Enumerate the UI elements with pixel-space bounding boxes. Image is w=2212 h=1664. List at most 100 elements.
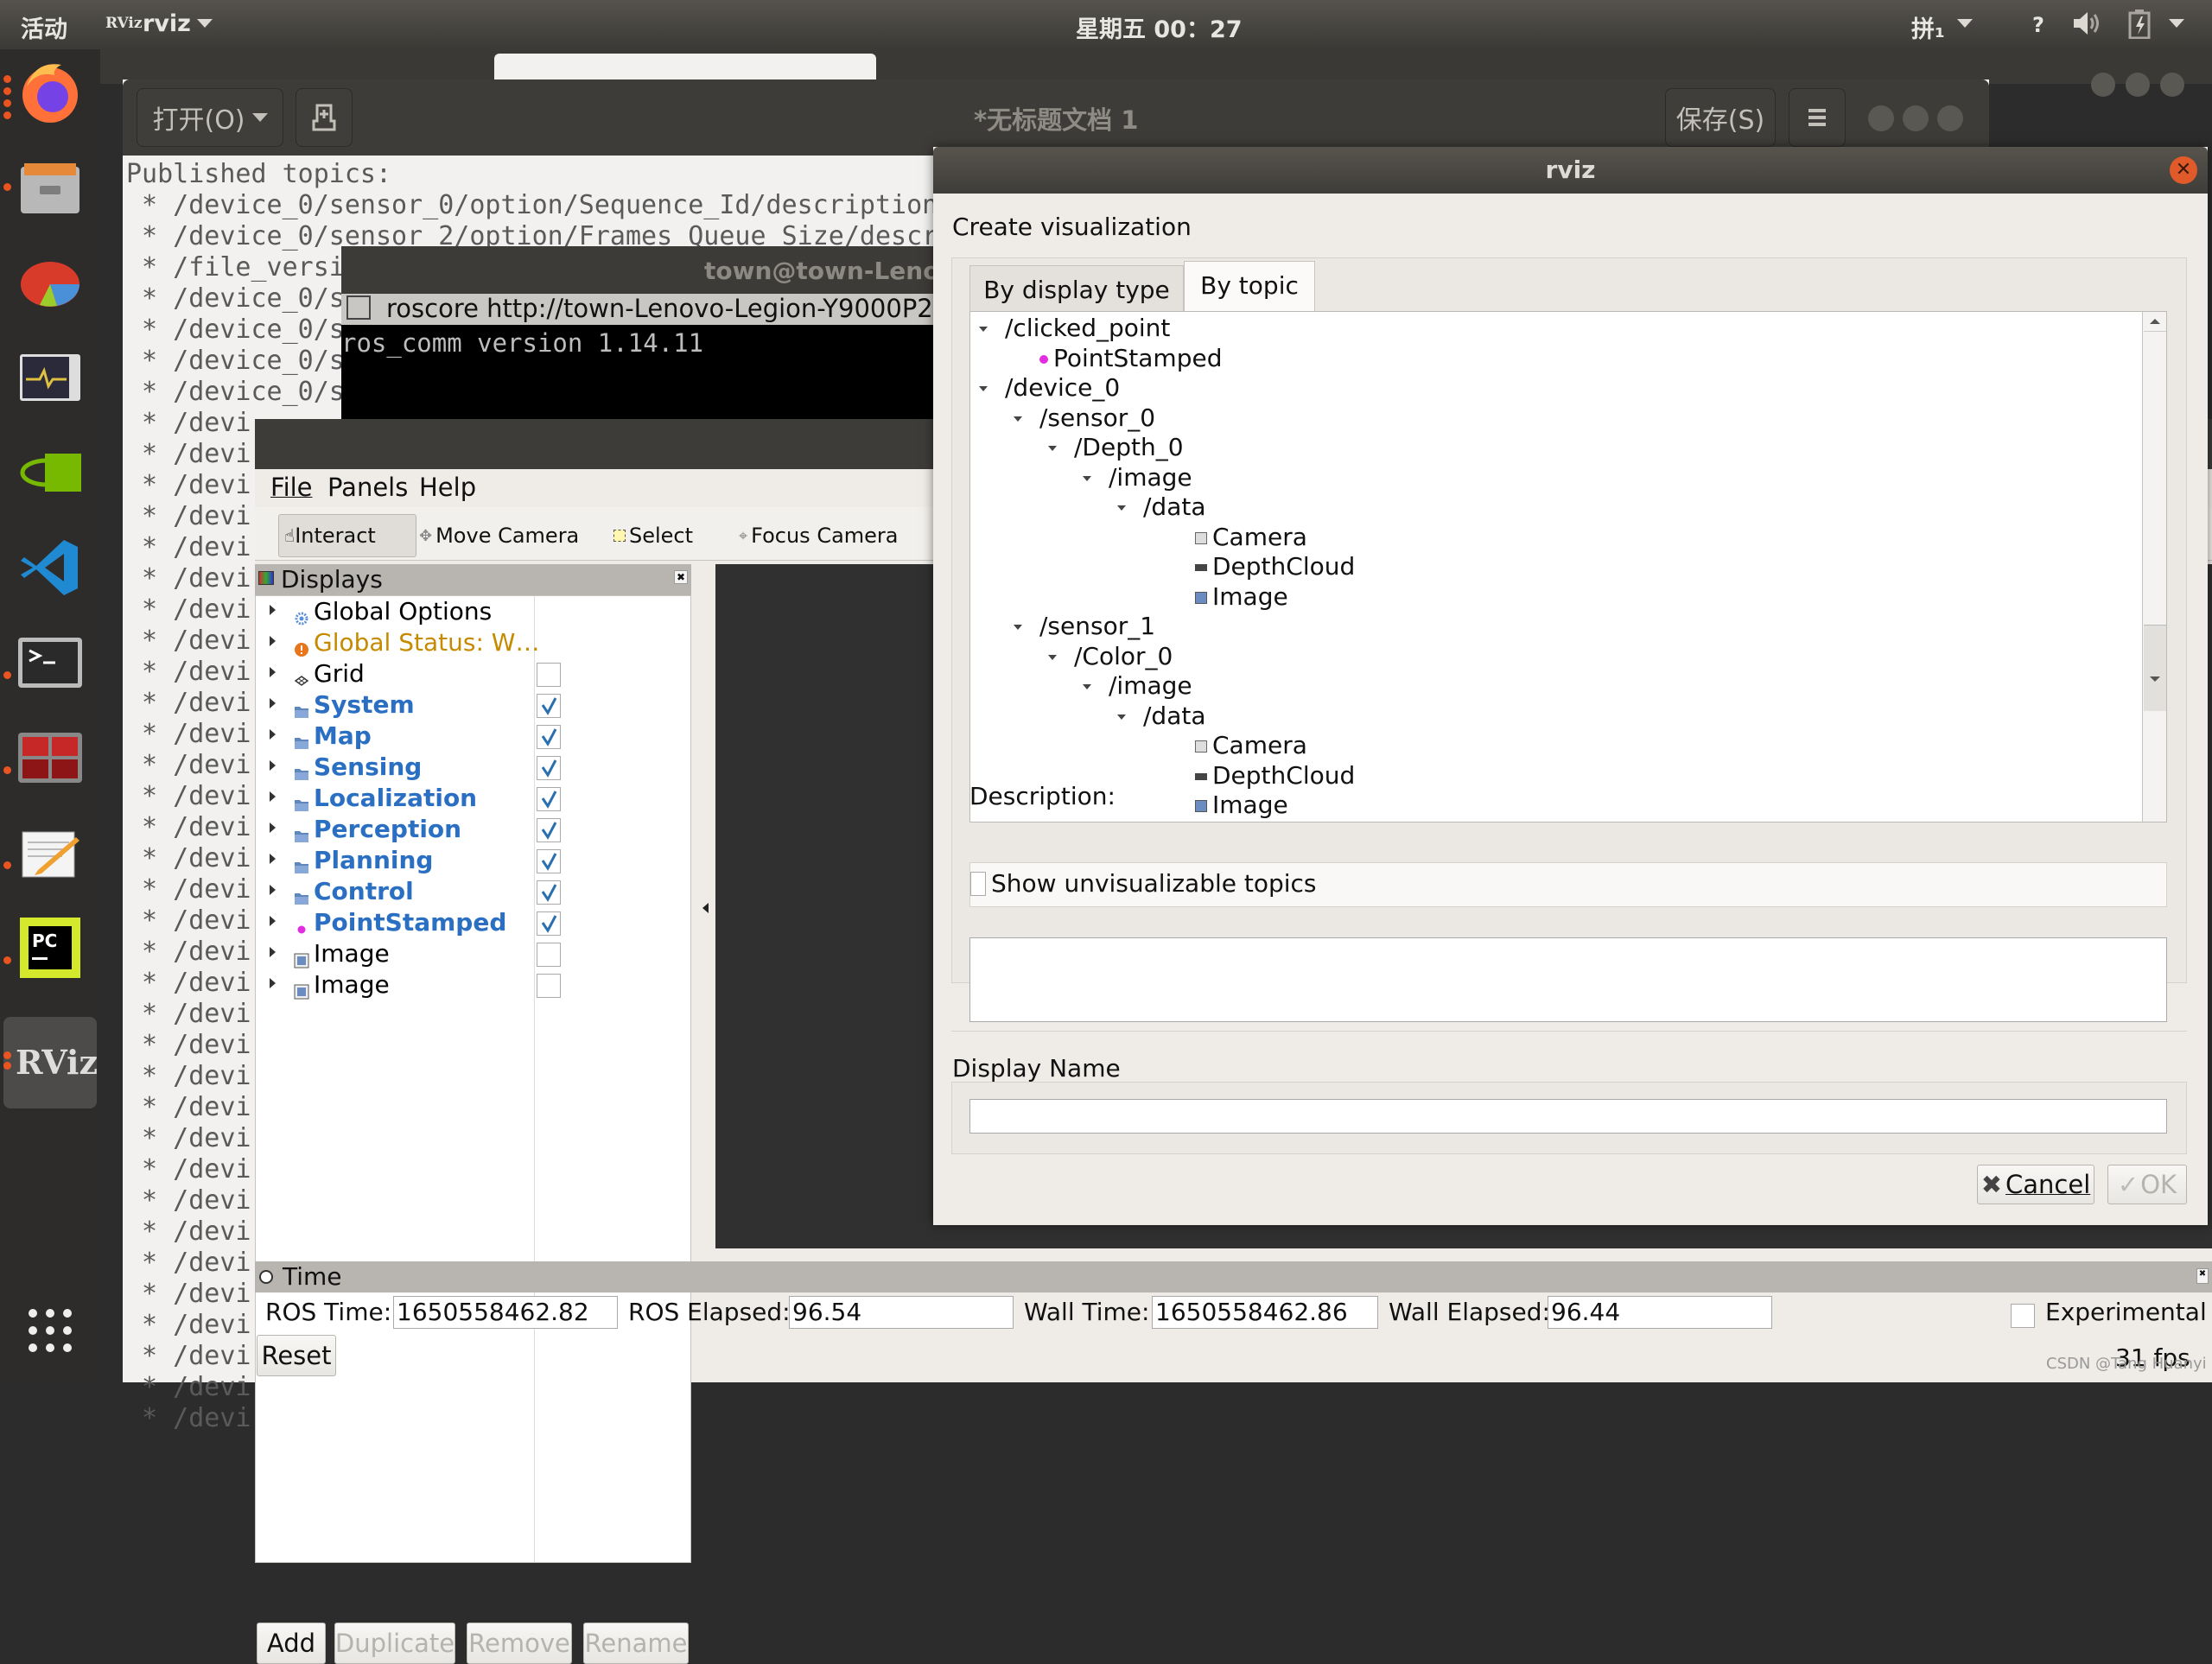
display-enabled-checkbox[interactable] (537, 943, 561, 967)
expand-arrow-icon[interactable] (270, 854, 276, 864)
dock-disk-usage[interactable] (16, 248, 85, 317)
volume-icon[interactable] (2072, 10, 2101, 42)
expand-arrow-icon[interactable] (1083, 684, 1091, 689)
terminal-output[interactable]: ros_comm version 1.14.11 (341, 328, 703, 358)
dock-nvidia[interactable] (16, 438, 85, 507)
add-button[interactable]: Add (257, 1623, 326, 1664)
tool-select[interactable]: Select (613, 514, 693, 557)
display-row-planning[interactable]: Planning (256, 845, 692, 876)
display-enabled-checkbox[interactable] (537, 787, 561, 811)
display-enabled-checkbox[interactable] (537, 694, 561, 718)
scroll-thumb[interactable] (2144, 625, 2166, 711)
cancel-button[interactable]: ✖ Cancel (1977, 1165, 2094, 1204)
close-button[interactable] (1937, 105, 1963, 131)
system-menu-icon[interactable] (2169, 19, 2184, 28)
tree-topic-node[interactable]: /data (1117, 492, 1206, 522)
save-button[interactable]: 保存(S) (1665, 88, 1776, 147)
tree-topic-node[interactable]: /data (1117, 702, 1206, 731)
display-enabled-checkbox[interactable] (537, 818, 561, 842)
tree-display-type-item[interactable]: Camera (1195, 731, 1307, 760)
dock-vscode[interactable] (16, 533, 85, 602)
dock-system-monitor[interactable] (16, 343, 85, 412)
wall-elapsed-field[interactable]: 96.44 (1548, 1296, 1772, 1329)
tool-focus-camera[interactable]: ⌖ Focus Camera (739, 514, 899, 557)
close-panel-icon[interactable]: ✖ (674, 570, 688, 584)
display-enabled-checkbox[interactable] (537, 725, 561, 749)
expand-arrow-icon[interactable] (270, 729, 276, 740)
remove-button[interactable]: Remove (467, 1623, 572, 1664)
input-method-indicator[interactable]: 拼₁ (1911, 10, 1945, 44)
display-name-input[interactable] (969, 1099, 2167, 1134)
expand-arrow-icon[interactable] (1117, 714, 1126, 720)
display-enabled-checkbox[interactable] (537, 756, 561, 780)
show-unvisualizable-checkbox[interactable] (970, 872, 986, 896)
dialog-close-button[interactable]: ✕ (2170, 156, 2197, 184)
menu-panels[interactable]: Panels (327, 473, 408, 502)
dock-terminal[interactable] (16, 628, 85, 697)
expand-arrow-icon[interactable] (270, 947, 276, 957)
display-row-image[interactable]: Image (256, 969, 692, 1000)
expand-arrow-icon[interactable] (270, 978, 276, 988)
tree-display-type-item[interactable]: DepthCloud (1195, 761, 1355, 791)
collapse-panel-arrow[interactable] (702, 903, 709, 913)
scroll-up-arrow[interactable] (2150, 319, 2160, 324)
app-menu-button[interactable]: rviz (143, 10, 191, 37)
show-applications-button[interactable] (26, 1306, 74, 1355)
display-enabled-checkbox[interactable] (537, 880, 561, 905)
tree-topic-node[interactable]: /clicked_point (979, 314, 1170, 343)
ros-time-field[interactable]: 1650558462.82 (393, 1296, 618, 1329)
dock-text-editor[interactable] (16, 818, 85, 887)
new-document-button[interactable] (296, 88, 353, 147)
expand-arrow-icon[interactable] (270, 885, 276, 895)
activities-button[interactable]: 活动 (21, 10, 67, 44)
expand-arrow-icon[interactable] (1117, 505, 1126, 511)
close-panel-icon[interactable]: ✖ (2196, 1268, 2209, 1284)
tool-interact[interactable]: ☝ Interact (278, 514, 416, 557)
display-row-image[interactable]: Image (256, 938, 692, 969)
tree-topic-node[interactable]: /initialpose (979, 821, 1137, 822)
expand-arrow-icon[interactable] (270, 791, 276, 802)
tree-topic-node[interactable]: /image (1083, 671, 1192, 701)
dock-terminator[interactable] (16, 723, 85, 792)
tool-move-camera[interactable]: ✥ Move Camera (419, 514, 579, 557)
menu-help[interactable]: Help (419, 473, 476, 502)
tree-display-type-item[interactable]: Camera (1195, 523, 1307, 552)
clock[interactable]: 星期五 00：27 (1076, 10, 1243, 44)
tree-topic-node[interactable]: /sensor_1 (1014, 612, 1155, 641)
help-icon[interactable]: ? (2032, 13, 2044, 37)
expand-arrow-icon[interactable] (270, 605, 276, 615)
display-row-sensing[interactable]: Sensing (256, 752, 692, 783)
expand-arrow-icon[interactable] (270, 916, 276, 926)
expand-arrow-icon[interactable] (270, 667, 276, 677)
display-row-localization[interactable]: Localization (256, 783, 692, 814)
terminal-layout-icon[interactable] (346, 295, 371, 320)
expand-arrow-icon[interactable] (270, 636, 276, 646)
display-enabled-checkbox[interactable] (537, 911, 561, 936)
hamburger-menu-button[interactable] (1789, 88, 1846, 147)
open-button[interactable]: 打开(O) (137, 88, 283, 147)
ros-elapsed-field[interactable]: 96.54 (789, 1296, 1014, 1329)
experimental-checkbox[interactable] (2011, 1304, 2035, 1328)
tree-display-type-item[interactable]: Image (1195, 791, 1288, 820)
dock-rviz[interactable]: RViz (3, 1017, 98, 1108)
duplicate-button[interactable]: Duplicate (334, 1623, 455, 1664)
tab-by-display-type[interactable]: By display type (969, 265, 1184, 312)
display-row-pointstamped[interactable]: PointStamped (256, 907, 692, 938)
show-unvisualizable-label[interactable]: Show unvisualizable topics (991, 869, 1317, 898)
display-enabled-checkbox[interactable] (537, 974, 561, 998)
dock-pycharm[interactable]: PC (16, 913, 85, 982)
expand-arrow-icon[interactable] (1083, 475, 1091, 481)
display-row-global-options[interactable]: Global Options (256, 596, 692, 627)
expand-arrow-icon[interactable] (270, 822, 276, 833)
wall-time-field[interactable]: 1650558462.86 (1152, 1296, 1378, 1329)
display-enabled-checkbox[interactable] (537, 663, 561, 687)
tree-topic-node[interactable]: /Depth_0 (1048, 433, 1184, 462)
display-row-map[interactable]: Map (256, 721, 692, 752)
tree-topic-node[interactable]: /image (1083, 463, 1192, 492)
tree-topic-node[interactable]: /Color_0 (1048, 642, 1173, 671)
expand-arrow-icon[interactable] (270, 760, 276, 771)
display-enabled-checkbox[interactable] (537, 849, 561, 873)
expand-arrow-icon[interactable] (1014, 416, 1022, 422)
display-row-system[interactable]: System (256, 689, 692, 721)
minimize-button[interactable] (1868, 105, 1894, 131)
